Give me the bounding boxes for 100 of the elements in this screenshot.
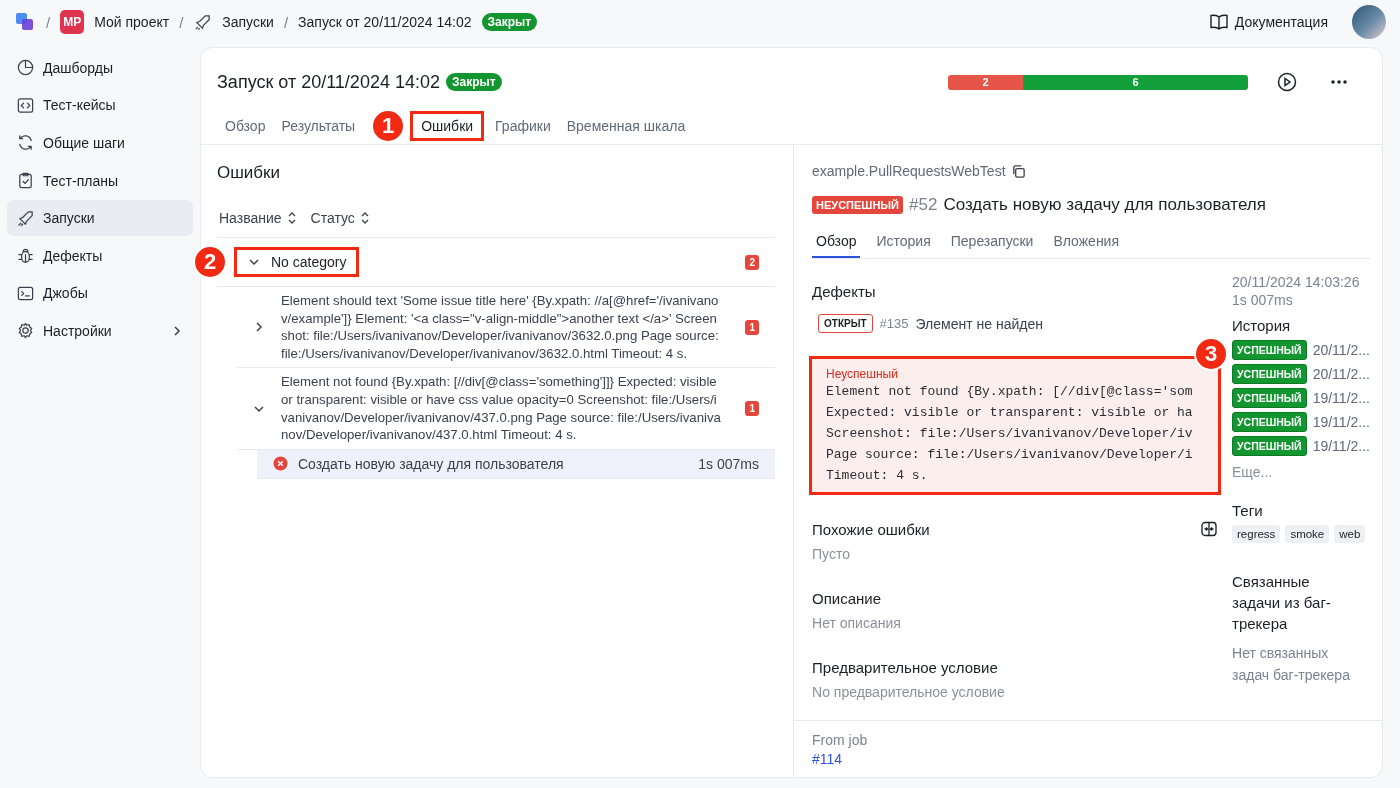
result-bar-segment: 2 [948,74,1023,90]
copy-icon[interactable] [1010,163,1026,179]
test-row[interactable]: Создать новую задачу для пользователя 1s 007ms [257,449,775,479]
tab[interactable]: Обзор [217,114,274,138]
sidebar-item[interactable]: Дашборды [7,50,193,86]
test-class-name: example.PullRequestsWebTest [812,163,1006,179]
tag: regress [1232,525,1281,543]
error-message[interactable]: Element not found {By.xpath: [//div[@class='something']]} Expected: visible or transparent: visible or have css value opacity=0 Screenshot: file:/Users/ivanivanov/Developer/ivanivanov/437.0.png Page source: file:/Users/ivanivanov/Developer/ivanivanov/437.0.html Timeout: 4 s. [281,373,722,444]
settings-icon [16,321,35,341]
annotation-marker: 1 [371,109,406,143]
error-line: Expected: visible or transparent: visible or ha [826,404,1194,422]
history-date[interactable]: 20/11/2... [1312,366,1370,382]
launch-title: Запуск от 20/11/2024 14:02 [217,71,440,93]
duration: 1s 007ms [1232,291,1294,309]
column-header[interactable]: Название [219,210,297,226]
status-badge: УСПЕШНЫЙ [1232,412,1307,432]
code-icon [16,95,35,115]
error-line: Element not found {By.xpath: [//div[@class='som [826,383,1194,401]
history-date[interactable]: 19/11/2... [1312,390,1370,406]
sidebar-item[interactable]: Тест-кейсы [7,87,193,124]
section-value: Нет описания [812,615,902,631]
sidebar-item[interactable]: Запуски [7,200,193,236]
tab[interactable]: Временная шкала [558,114,694,138]
result-bar-segment: 6 [1023,74,1248,90]
status-badge: УСПЕШНЫЙ [1232,364,1307,384]
annotation-marker: 3 [1194,337,1228,371]
count-badge: 1 [745,319,759,335]
documentation-link[interactable]: Документация [1208,13,1328,31]
section-value: No предварительное условие [812,684,1006,700]
sidebar-item[interactable]: Настройки [7,313,193,349]
breadcrumb-current: Запуск от 20/11/2024 14:02 [298,14,472,30]
start-time: 20/11/2024 14:03:26 [1232,273,1361,291]
status-badge: УСПЕШНЫЙ [1232,388,1307,408]
tab[interactable]: Вложения [1049,227,1123,258]
breadcrumb-separator: / [179,13,184,31]
book-icon [1208,13,1229,31]
section-title: Теги [1232,502,1264,519]
status-badge: ОТКРЫТ [818,314,873,333]
error-line: Page source: file:/Users/ivanivanov/Developer/i [826,446,1194,464]
section-title: Описание [812,590,882,607]
status-badge: УСПЕШНЫЙ [1232,436,1307,456]
play-icon[interactable] [1276,71,1298,93]
status-badge: НЕУСПЕШНЫЙ [812,196,903,214]
breadcrumb-separator: / [46,13,51,31]
error-line: Screenshot: file:/Users/ivanivanov/Developer/iv [826,425,1194,443]
sidebar-item[interactable]: Общие шаги [7,125,193,161]
job-link[interactable]: #114 [812,751,1364,767]
bug-icon [16,246,35,266]
section-title: История [1232,317,1292,334]
tab[interactable]: Перезапуски [946,227,1038,258]
pie-chart-icon [16,58,35,78]
tab[interactable]: Ошибки [413,114,482,138]
tab[interactable]: История [872,227,935,258]
tab[interactable]: Обзор [812,227,861,258]
sidebar-item[interactable]: Дефекты [7,237,193,274]
history-date[interactable]: 20/11/2... [1312,342,1370,358]
clipboard-icon [16,171,35,191]
tag: smoke [1285,525,1330,543]
section-value: Пусто [812,546,851,562]
refresh-icon [16,133,35,153]
sidebar-item[interactable]: Тест-планы [7,162,193,199]
logo-icon[interactable] [14,11,36,33]
section-title: Дефекты [812,283,877,300]
breadcrumb-link[interactable]: Запуски [222,14,274,30]
error-message[interactable]: Element should text 'Some issue title here' {By.xpath: //a[@href='/ivanivanov/example']} Element: '<a class="v-align-middle">another text </a>' Screenshot: file:/Users/ivanivanov/Developer/ivanivanov/3632.0.png Page source: file:/Users/ivanivanov/Developer/ivanivanov/3632.0.html Timeout: 4 s. [281,292,722,363]
sort-icon [359,211,370,225]
sidebar-item[interactable]: Джобы [7,275,193,312]
status-badge: Закрыт [481,13,538,31]
error-line: Timeout: 4 s. [826,467,929,485]
section-title: Предварительное условие [812,659,998,676]
failed-icon [273,456,288,472]
test-number: #52 [909,195,938,215]
defect-title[interactable]: Элемент не найден [915,315,1043,332]
sort-icon [286,211,297,225]
breadcrumb-link[interactable]: Мой проект [94,14,170,30]
error-status: Неуспешный [826,367,899,381]
tab[interactable]: Графики [487,114,559,138]
category-toggle[interactable]: No category [237,250,357,274]
tab[interactable]: Результаты [273,114,364,138]
annotation-marker: 2 [193,245,227,279]
column-header[interactable]: Статус [310,210,370,226]
rocket-icon [16,208,35,228]
section-title: Ошибки [217,163,282,183]
section-title: Связанные задачи из баг-трекера [1232,572,1332,634]
breadcrumb-separator: / [283,13,289,31]
status-badge: Закрыт [445,73,502,91]
history-date[interactable]: 19/11/2... [1312,438,1370,454]
count-badge: 2 [745,254,759,270]
history-date[interactable]: 19/11/2... [1312,414,1370,430]
count-badge: 1 [745,401,759,417]
section-value: Нет связанных задач баг-трекера [1232,644,1351,685]
compare-icon[interactable] [1200,520,1218,538]
user-avatar[interactable] [1352,5,1386,39]
status-badge: УСПЕШНЫЙ [1232,340,1307,360]
defect-number: #135 [879,316,909,331]
rocket-icon [193,12,213,32]
section-title: Похожие ошибки [812,520,930,538]
project-avatar: MP [60,10,85,34]
job-label: From job [812,731,869,749]
tag: web [1334,525,1366,543]
